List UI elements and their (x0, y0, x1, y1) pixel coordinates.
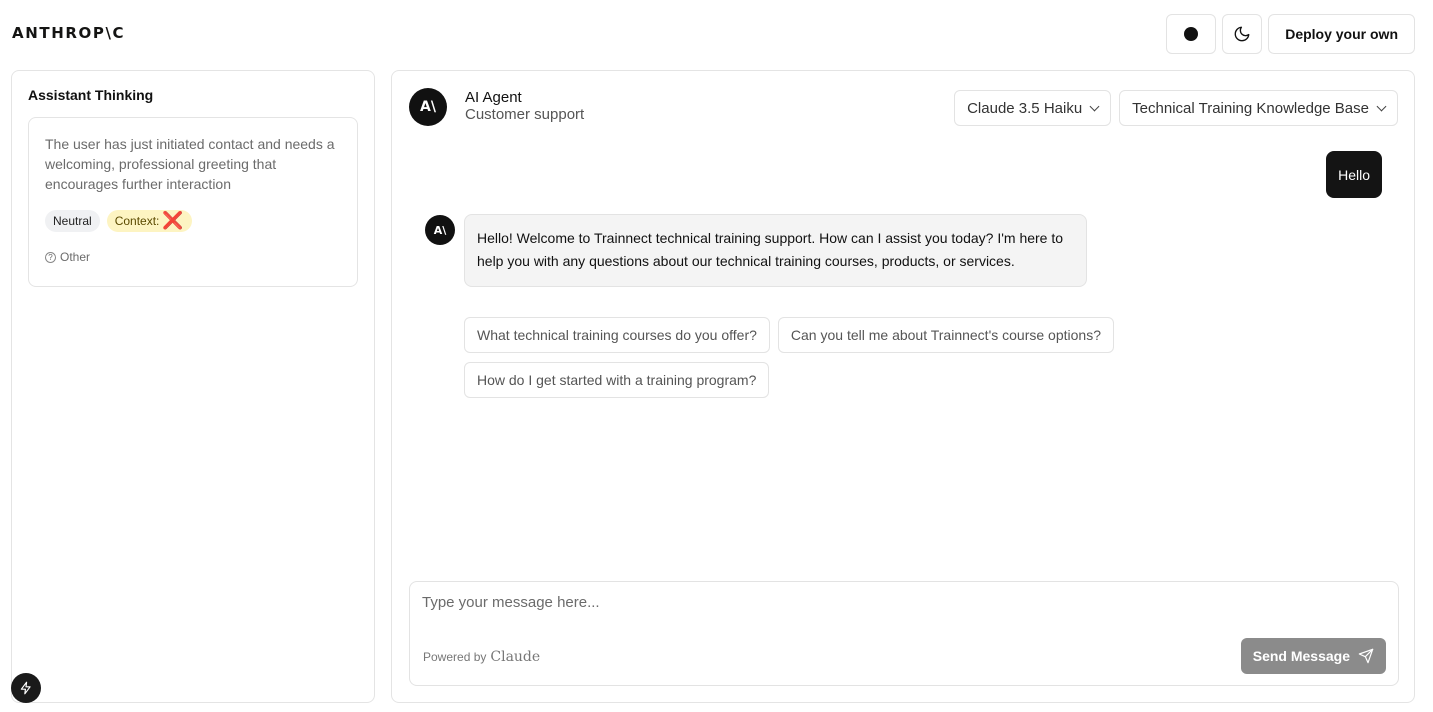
context-badge: Context: ❌ (106, 210, 192, 232)
lightning-icon (20, 681, 31, 695)
cross-icon: ❌ (162, 211, 184, 230)
thought-tags: Neutral Context: ❌ (45, 210, 192, 232)
knowledge-base-select[interactable]: Technical Training Knowledge Base (1119, 90, 1398, 126)
claude-wordmark: Claude (490, 649, 541, 665)
anthropic-logo: ANTHROP\C (12, 24, 126, 42)
circle-icon (1184, 27, 1199, 41)
deploy-your-own-button[interactable]: Deploy your own (1268, 14, 1415, 54)
message-input[interactable] (422, 594, 1382, 611)
model-select-value: Claude 3.5 Haiku (967, 99, 1083, 117)
theme-toggle-button[interactable] (1166, 14, 1217, 54)
send-label: Send Message (1252, 648, 1350, 664)
chevron-down-icon (1089, 101, 1100, 111)
help-circle-icon: ? (45, 251, 56, 263)
category-text: Other (60, 250, 91, 264)
agent-role: Customer support (465, 106, 585, 123)
assistant-thinking-panel: Assistant Thinking The user has just ini… (11, 70, 375, 703)
chat-panel: A\ AI Agent Customer support Claude 3.5 … (391, 70, 1415, 703)
powered-by-label: Powered by (423, 650, 487, 664)
thought-card: The user has just initiated contact and … (28, 117, 358, 287)
suggestion-button[interactable]: What technical training courses do you o… (464, 317, 770, 353)
category-label: ? Other (45, 250, 90, 264)
message-composer: Powered by Claude Send Message (409, 581, 1399, 686)
panel-title: Assistant Thinking (28, 87, 154, 103)
model-select[interactable]: Claude 3.5 Haiku (954, 90, 1112, 126)
agent-avatar: A\ (409, 88, 447, 126)
top-bar: ANTHROP\C Deploy your own (0, 0, 1433, 70)
send-message-button[interactable]: Send Message (1240, 638, 1386, 674)
paper-plane-icon (1358, 648, 1374, 664)
thought-text: The user has just initiated contact and … (45, 136, 335, 192)
suggestion-button[interactable]: Can you tell me about Trainnect's course… (777, 317, 1114, 353)
context-label: Context: (114, 214, 160, 228)
chevron-down-icon (1376, 101, 1387, 111)
powered-by: Powered by Claude (423, 649, 540, 665)
assistant-message: Hello! Welcome to Trainnect technical tr… (464, 214, 1087, 287)
agent-name: AI Agent (465, 89, 522, 106)
dev-tools-button[interactable] (11, 673, 41, 703)
suggested-questions: What technical training courses do you o… (464, 317, 1184, 398)
user-message: Hello (1326, 151, 1382, 198)
sentiment-badge: Neutral (45, 210, 100, 232)
chat-selectors: Claude 3.5 Haiku Technical Training Know… (954, 90, 1398, 126)
dark-mode-button[interactable] (1222, 14, 1263, 54)
top-actions: Deploy your own (1166, 14, 1415, 54)
moon-icon (1234, 26, 1250, 42)
knowledge-base-value: Technical Training Knowledge Base (1132, 99, 1369, 117)
assistant-avatar: A\ (425, 215, 455, 245)
suggestion-button[interactable]: How do I get started with a training pro… (464, 362, 770, 398)
